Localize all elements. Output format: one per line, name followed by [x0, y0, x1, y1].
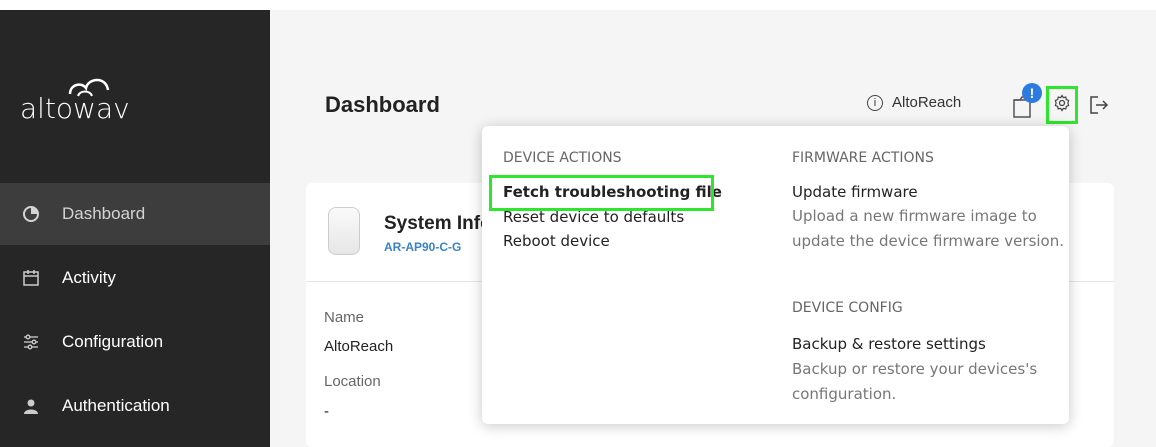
backup-restore-description: Backup or restore your devices's configu… — [792, 360, 1038, 403]
gear-icon — [1053, 93, 1071, 117]
update-firmware-item[interactable]: Update firmware — [792, 183, 918, 201]
card-title: System Info — [384, 213, 492, 234]
device-thumbnail — [328, 207, 360, 255]
reboot-device-item[interactable]: Reboot device — [503, 232, 610, 250]
sidebar-item-activity[interactable]: Activity — [0, 247, 270, 309]
device-actions-heading: DEVICE ACTIONS — [503, 150, 622, 166]
device-model-link[interactable]: AR-AP90-C-G — [384, 240, 461, 254]
settings-dropdown-menu: DEVICE ACTIONS Fetch troubleshooting fil… — [482, 126, 1069, 424]
settings-button[interactable] — [1046, 86, 1078, 124]
sidebar-item-label: Activity — [62, 268, 116, 287]
sidebar-item-authentication[interactable]: Authentication — [0, 375, 270, 437]
calendar-icon — [22, 269, 40, 287]
sidebar-item-dashboard[interactable]: Dashboard — [0, 183, 270, 245]
page-title: Dashboard — [325, 92, 440, 117]
svg-text:altowav: altowav — [20, 92, 130, 125]
device-config-heading: DEVICE CONFIG — [792, 300, 903, 316]
sidebar: altowav Dashboard Activity Configuration… — [0, 10, 270, 447]
info-icon: i — [867, 94, 883, 111]
location-value: - — [324, 403, 329, 420]
notification-badge[interactable]: ! — [1022, 83, 1042, 103]
sidebar-item-label: Authentication — [62, 396, 170, 415]
name-value: AltoReach — [324, 338, 394, 355]
sliders-icon — [22, 333, 40, 351]
top-strip — [270, 0, 1156, 10]
highlight-box — [489, 175, 714, 211]
sidebar-item-label: Dashboard — [62, 204, 146, 223]
update-firmware-description: Upload a new firmware image to update th… — [792, 207, 1065, 250]
firmware-actions-heading: FIRMWARE ACTIONS — [792, 150, 934, 166]
sidebar-item-configuration[interactable]: Configuration — [0, 311, 270, 373]
device-info[interactable]: i AltoReach — [867, 94, 961, 111]
user-icon — [22, 397, 40, 415]
logout-icon[interactable] — [1088, 94, 1110, 116]
location-label: Location — [324, 373, 381, 390]
device-name: AltoReach — [892, 94, 962, 111]
name-label: Name — [324, 309, 365, 326]
altowav-logo[interactable]: altowav — [20, 70, 160, 130]
pie-chart-icon — [22, 205, 40, 223]
sidebar-item-label: Configuration — [62, 332, 164, 351]
backup-restore-item[interactable]: Backup & restore settings — [792, 335, 986, 353]
